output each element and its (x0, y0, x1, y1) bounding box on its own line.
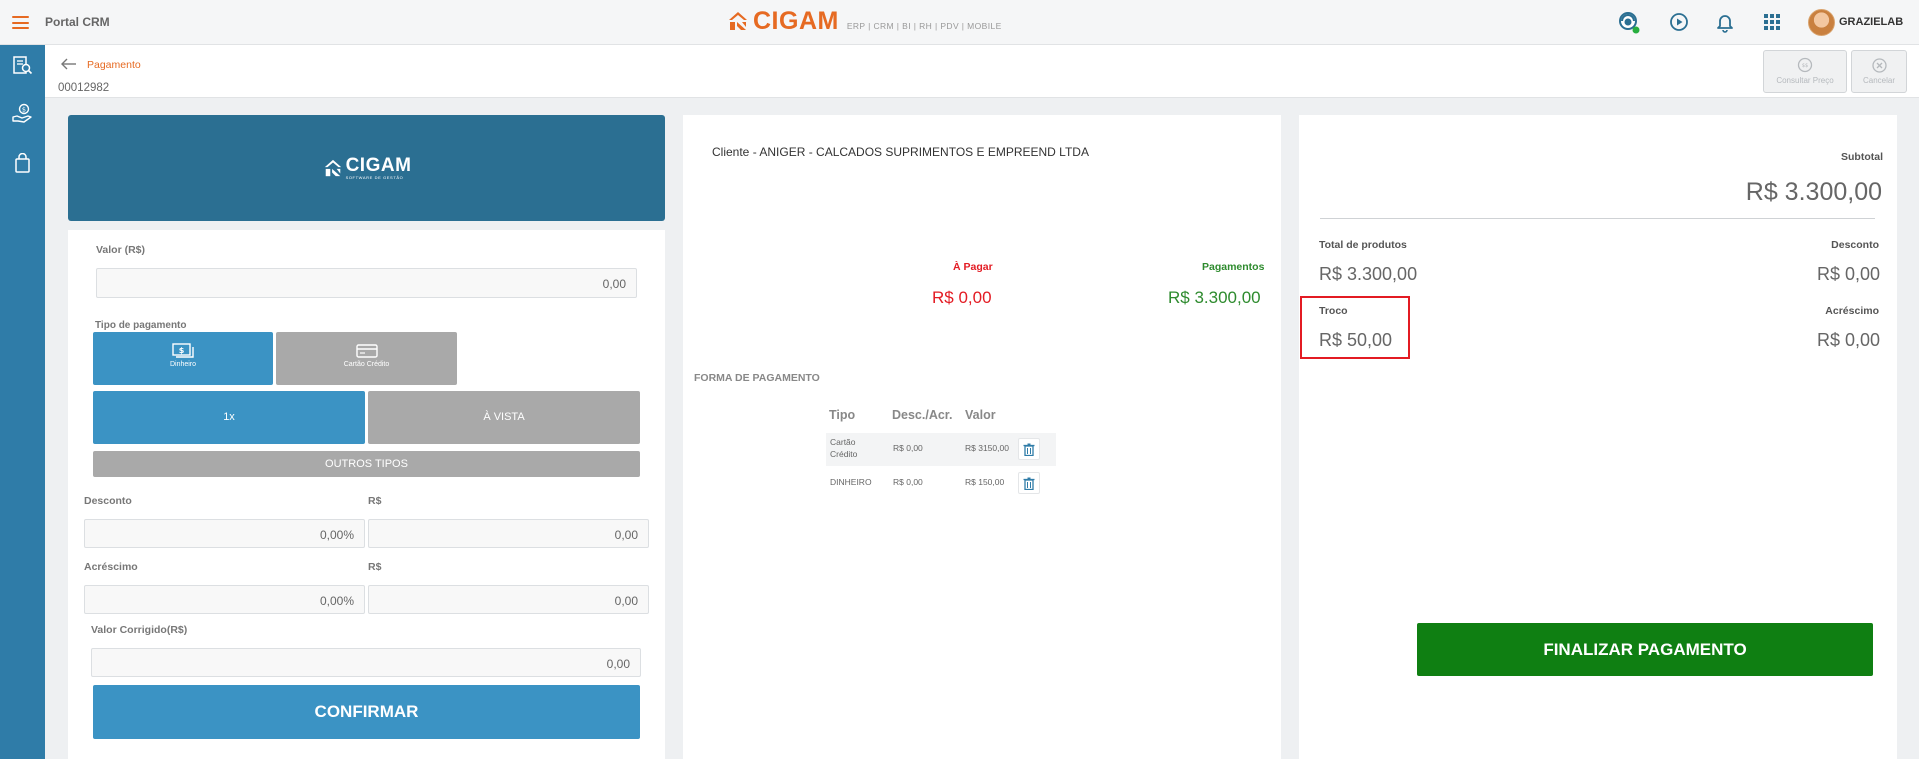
tipo-cartao-button[interactable]: Cartão Crédito (276, 332, 457, 385)
desconto-total-value: R$ 0,00 (1816, 264, 1880, 284)
back-arrow-icon[interactable] (60, 57, 77, 71)
trash-icon (1023, 477, 1035, 490)
banner-name: CIGAM (345, 154, 412, 176)
avatar[interactable] (1808, 9, 1835, 36)
banner-logo: CIGAM SOFTWARE DE GESTÃO (322, 154, 412, 180)
row-desc: R$ 0,00 (893, 477, 923, 487)
forma-pagamento-title: FORMA DE PAGAMENTO (694, 372, 820, 384)
column-header-desc: Desc./Acr. (892, 408, 953, 422)
cancelar-label: Cancelar (1862, 76, 1895, 85)
tipo-pagamento-label: Tipo de pagamento (95, 320, 187, 331)
bell-icon[interactable] (1713, 10, 1737, 34)
acrescimo-percent-input[interactable]: 0,00% (84, 585, 365, 614)
logo-banner: CIGAM SOFTWARE DE GESTÃO (68, 115, 665, 221)
acrescimo-total-label: Acréscimo (1825, 305, 1879, 317)
delete-button[interactable] (1018, 438, 1040, 460)
row-valor: R$ 150,00 (965, 477, 1005, 487)
banner-subtitle: SOFTWARE DE GESTÃO (345, 174, 404, 180)
subtotal-value: R$ 3.300,00 (1745, 178, 1882, 206)
a-pagar-value: R$ 0,00 (932, 288, 992, 307)
parcela-vista-button[interactable]: À VISTA (368, 391, 640, 444)
column-header-valor: Valor (965, 408, 996, 422)
credit-card-icon (355, 344, 378, 358)
subtotal-divider (1320, 218, 1875, 219)
cigam-logo-icon (729, 12, 747, 30)
valor-input[interactable]: 0,00 (96, 268, 637, 298)
payment-input-panel (68, 230, 665, 759)
parcela-1x-button[interactable]: 1x (93, 391, 365, 444)
brand-logo: CIGAM ERP | CRM | BI | RH | PDV | MOBILE (727, 7, 1002, 35)
acrescimo-label: Acréscimo (84, 561, 138, 573)
price-search-icon: $$ (1797, 57, 1812, 73)
cancelar-button[interactable]: Cancelar (1851, 50, 1907, 93)
table-row: DINHEIRO R$ 0,00 R$ 150,00 (826, 467, 1056, 500)
desconto-label: Desconto (84, 495, 132, 507)
subtotal-label: Subtotal (1841, 151, 1883, 163)
troco-highlight (1300, 296, 1410, 359)
tipo-cartao-label: Cartão Crédito (343, 361, 390, 368)
svg-text:$$: $$ (1801, 63, 1807, 69)
top-bar: Portal CRM CIGAM ERP | CRM | BI | RH | P… (0, 0, 1919, 45)
row-valor: R$ 3150,00 (965, 443, 1009, 453)
acrescimo-rs-label: R$ (368, 561, 382, 573)
shopping-bag-icon[interactable] (12, 153, 33, 174)
row-tipo: Cartão Crédito (830, 437, 858, 459)
portal-title: Portal CRM (45, 15, 110, 29)
delete-button[interactable] (1018, 472, 1040, 494)
a-pagar-label: À Pagar (953, 261, 993, 273)
tipo-dinheiro-button[interactable]: $ Dinheiro (93, 332, 273, 385)
acrescimo-total-value: R$ 0,00 (1816, 330, 1880, 350)
sidebar: $ (0, 45, 45, 759)
apps-grid-icon[interactable] (1760, 10, 1784, 34)
user-name[interactable]: GRAZIELAB (1839, 16, 1903, 28)
desconto-total-label: Desconto (1831, 239, 1879, 251)
desconto-rs-label: R$ (368, 495, 382, 507)
outros-tipos-button[interactable]: OUTROS TIPOS (93, 451, 640, 477)
pagamentos-label: Pagamentos (1202, 261, 1265, 273)
consultar-preco-button[interactable]: $$ Consultar Preço (1763, 50, 1847, 93)
page-header: Pagamento 00012982 $$ Consultar Preço Ca… (45, 45, 1919, 98)
trash-icon (1023, 443, 1035, 456)
acrescimo-value-input[interactable]: 0,00 (368, 585, 649, 614)
hand-money-icon[interactable]: $ (12, 103, 33, 124)
finalizar-pagamento-button[interactable]: FINALIZAR PAGAMENTO (1417, 623, 1873, 676)
cigam-banner-icon (324, 159, 341, 177)
valor-corrigido-input[interactable]: 0,00 (91, 648, 641, 677)
confirmar-button[interactable]: CONFIRMAR (93, 685, 640, 739)
column-header-tipo: Tipo (829, 408, 856, 422)
total-produtos-label: Total de produtos (1319, 239, 1407, 251)
tipo-dinheiro-label: Dinheiro (169, 361, 197, 368)
close-circle-icon (1871, 58, 1887, 73)
menu-icon[interactable] (12, 16, 29, 29)
row-tipo: DINHEIRO (830, 477, 872, 487)
play-circle-icon[interactable] (1667, 10, 1691, 34)
svg-text:$: $ (179, 346, 185, 355)
document-code: 00012982 (58, 82, 110, 94)
row-desc: R$ 0,00 (893, 443, 923, 453)
breadcrumb[interactable]: Pagamento (87, 59, 141, 71)
valor-corrigido-label: Valor Corrigido(R$) (91, 624, 188, 636)
total-produtos-value: R$ 3.300,00 (1319, 264, 1418, 284)
pagamentos-value: R$ 3.300,00 (1168, 288, 1261, 307)
table-row: Cartão Crédito R$ 0,00 R$ 3150,00 (826, 433, 1056, 466)
support-agent-icon[interactable] (1617, 10, 1641, 34)
cash-icon: $ (172, 343, 194, 358)
consultar-preco-label: Consultar Preço (1776, 76, 1834, 85)
valor-label: Valor (R$) (96, 244, 146, 256)
svg-text:$: $ (22, 106, 26, 114)
desconto-percent-input[interactable]: 0,00% (84, 519, 365, 548)
desconto-value-input[interactable]: 0,00 (368, 519, 649, 548)
document-search-icon[interactable] (12, 55, 33, 76)
client-name: Cliente - ANIGER - CALCADOS SUPRIMENTOS … (712, 145, 1089, 159)
brand-name: CIGAM (753, 7, 839, 35)
brand-tagline: ERP | CRM | BI | RH | PDV | MOBILE (846, 21, 1002, 31)
